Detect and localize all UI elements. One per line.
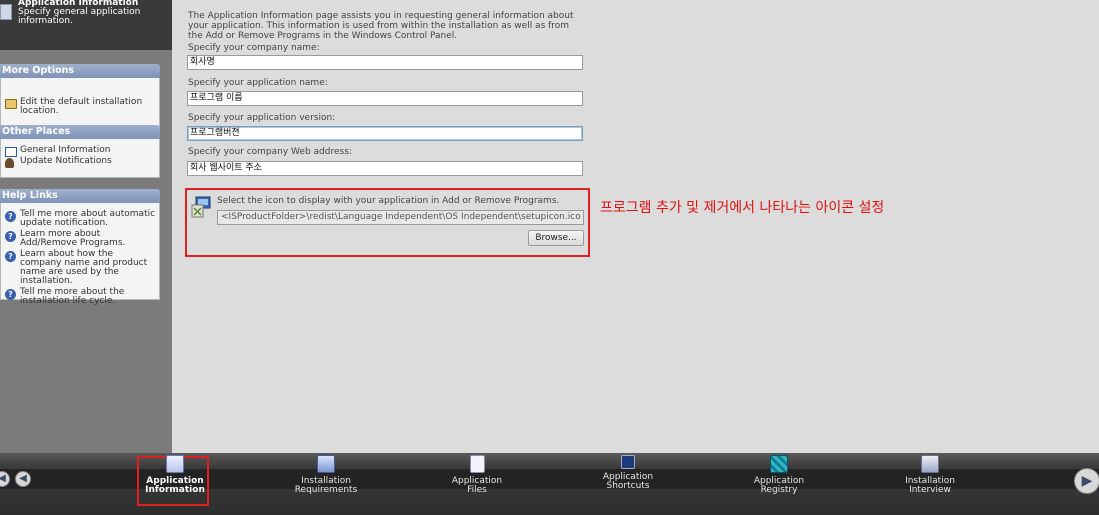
sidebar-header: Application Information Specify general … [0, 0, 172, 50]
update-notifications-label: Update Notifications [20, 156, 112, 166]
intro-text: The Application Information page assists… [188, 11, 574, 41]
edit-install-location-link[interactable]: Edit the default installation location. [5, 98, 157, 116]
other-places-title: Other Places [0, 125, 160, 139]
application-shortcuts-icon [621, 455, 635, 469]
more-options-panel: More Options Edit the default installati… [0, 64, 160, 127]
help-link-label: Tell me more about the installation life… [20, 287, 125, 306]
installation-interview-icon [921, 455, 939, 473]
general-information-label: General Information [20, 145, 111, 155]
person-icon [5, 158, 14, 168]
help-link-add-remove[interactable]: ? Learn more about Add/Remove Programs. [5, 230, 157, 248]
tab-label: Shortcuts [606, 481, 650, 491]
main-content: The Application Information page assists… [172, 0, 1099, 453]
help-links-title: Help Links [0, 189, 160, 203]
help-link-company-product-name[interactable]: ? Learn about how the company name and p… [5, 250, 157, 286]
sidebar-description: Specify general application information. [18, 7, 141, 26]
web-address-field[interactable]: 회사 웹사이트 주소 [187, 161, 583, 176]
tab-application-information[interactable]: Application Information [130, 455, 220, 495]
previous-button[interactable]: ◀ [15, 471, 31, 487]
folder-icon [5, 99, 17, 109]
help-links-panel: Help Links ? Tell me more about automati… [0, 189, 160, 306]
edit-install-location-label: Edit the default installation location. [20, 97, 143, 116]
app-name-label: Specify your application name: [188, 78, 328, 88]
more-options-title: More Options [0, 64, 160, 78]
app-version-label: Specify your application version: [188, 113, 336, 123]
tab-label: Information [145, 485, 205, 495]
application-information-icon [166, 455, 184, 473]
icon-selection-section: Select the icon to display with your app… [185, 188, 590, 257]
tab-installation-interview[interactable]: Installation Interview [885, 455, 975, 495]
application-info-icon [0, 4, 12, 20]
help-link-label: Learn about how the company name and pro… [20, 249, 148, 286]
application-files-icon [469, 455, 485, 473]
tab-label: Interview [909, 485, 951, 495]
application-registry-icon [770, 455, 788, 473]
tab-installation-requirements[interactable]: Installation Requirements [281, 455, 371, 495]
update-notifications-link[interactable]: Update Notifications [5, 156, 157, 168]
tab-application-shortcuts[interactable]: Application Shortcuts [583, 455, 673, 491]
tab-label: Files [467, 485, 487, 495]
company-name-label: Specify your company name: [188, 43, 320, 53]
annotation-text: 프로그램 추가 및 제거에서 나타나는 아이콘 설정 [600, 200, 885, 216]
help-icon: ? [5, 211, 16, 222]
other-places-panel: Other Places General Information Update … [0, 125, 160, 178]
tab-label: Registry [760, 485, 798, 495]
help-link-label: Learn more about Add/Remove Programs. [20, 229, 126, 248]
setup-icon[interactable] [191, 196, 211, 218]
tab-application-files[interactable]: Application Files [432, 455, 522, 495]
app-version-field[interactable]: 프로그램버젼 [187, 126, 583, 141]
installation-requirements-icon [317, 455, 335, 473]
help-link-life-cycle[interactable]: ? Tell me more about the installation li… [5, 288, 157, 306]
icon-path-field[interactable]: <ISProductFolder>\redist\Language Indepe… [217, 210, 584, 225]
next-button[interactable]: ▶ [1074, 468, 1099, 494]
app-name-field[interactable]: 프로그램 이름 [187, 91, 583, 106]
browse-button[interactable]: Browse... [528, 230, 584, 246]
info-window-icon [5, 147, 17, 157]
tab-application-registry[interactable]: Application Registry [734, 455, 824, 495]
help-link-label: Tell me more about automatic update noti… [20, 209, 156, 228]
tab-label: Requirements [294, 485, 358, 495]
web-address-label: Specify your company Web address: [188, 147, 352, 157]
help-icon: ? [5, 231, 16, 242]
bottom-nav-bar: ◀ ◀ Application Information Installation… [0, 453, 1099, 515]
help-icon: ? [5, 251, 16, 262]
help-link-update-notification[interactable]: ? Tell me more about automatic update no… [5, 210, 157, 228]
icon-selection-label: Select the icon to display with your app… [217, 196, 560, 206]
general-information-link[interactable]: General Information [5, 145, 157, 157]
sidebar: Application Information Specify general … [0, 0, 172, 453]
help-icon: ? [5, 289, 16, 300]
company-name-field[interactable]: 회사명 [187, 55, 583, 70]
